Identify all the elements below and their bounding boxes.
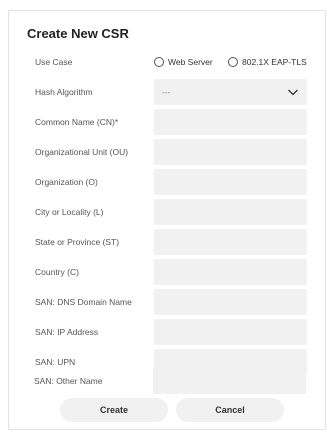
radio-web-server[interactable]: Web Server (154, 49, 226, 75)
organization-row: Organization (O) (9, 169, 327, 195)
radio-eap-tls-label: 802.1X EAP-TLS (242, 57, 307, 67)
san-other-name-row: SAN: Other Name (8, 368, 326, 394)
organizational-unit-input[interactable] (154, 139, 307, 165)
hash-algorithm-value: --- (162, 87, 171, 97)
state-row: State or Province (ST) (9, 229, 327, 255)
radio-eap-tls[interactable]: 802.1X EAP-TLS (228, 49, 316, 75)
state-input[interactable] (154, 229, 307, 255)
organization-label: Organization (O) (35, 177, 98, 187)
san-ip-row: SAN: IP Address (9, 319, 327, 345)
country-input[interactable] (154, 259, 307, 285)
organizational-unit-label: Organizational Unit (OU) (35, 147, 129, 157)
dialog-title: Create New CSR (27, 26, 129, 41)
use-case-row: Use Case Web Server 802.1X EAP-TLS (9, 49, 327, 75)
radio-web-server-label: Web Server (168, 57, 213, 67)
cancel-button[interactable]: Cancel (176, 398, 284, 422)
use-case-radio-group: Web Server 802.1X EAP-TLS (154, 49, 319, 75)
san-dns-row: SAN: DNS Domain Name (9, 289, 327, 315)
create-csr-dialog: Create New CSR Use Case Web Server 802.1… (8, 10, 326, 430)
radio-unselected-icon (228, 57, 238, 67)
organizational-unit-row: Organizational Unit (OU) (9, 139, 327, 165)
common-name-input[interactable] (154, 109, 307, 135)
city-label: City or Locality (L) (35, 207, 104, 217)
create-button[interactable]: Create (60, 398, 168, 422)
san-other-name-label: SAN: Other Name (34, 376, 103, 386)
hash-algorithm-label: Hash Algorithm (35, 87, 93, 97)
state-label: State or Province (ST) (35, 237, 120, 247)
san-other-name-input[interactable] (153, 368, 306, 394)
san-dns-input[interactable] (154, 289, 307, 315)
city-input[interactable] (154, 199, 307, 225)
chevron-down-icon (288, 89, 298, 96)
san-ip-label: SAN: IP Address (35, 327, 99, 337)
city-row: City or Locality (L) (9, 199, 327, 225)
hash-algorithm-select[interactable]: --- (154, 79, 307, 105)
organization-input[interactable] (154, 169, 307, 195)
san-ip-input[interactable] (154, 319, 307, 345)
san-dns-label: SAN: DNS Domain Name (35, 297, 132, 307)
use-case-label: Use Case (35, 57, 73, 67)
common-name-label: Common Name (CN)* (35, 117, 119, 127)
hash-algorithm-row: Hash Algorithm --- (9, 79, 327, 105)
country-label: Country (C) (35, 267, 79, 277)
country-row: Country (C) (9, 259, 327, 285)
common-name-row: Common Name (CN)* (9, 109, 327, 135)
radio-unselected-icon (154, 57, 164, 67)
